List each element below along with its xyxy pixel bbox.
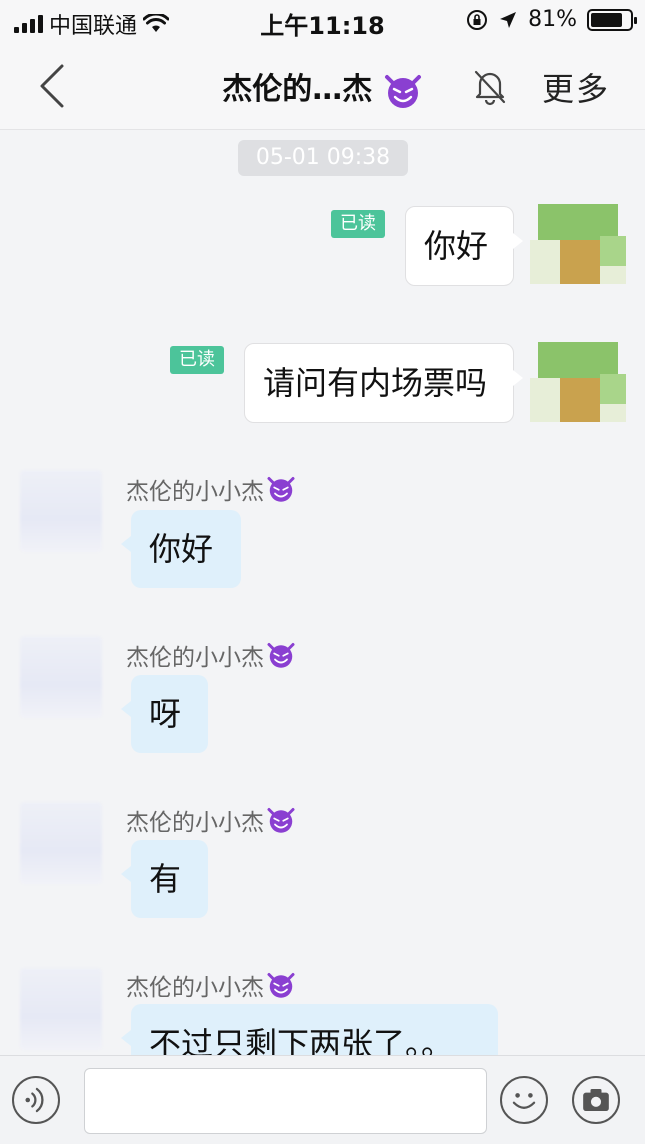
sender-name: 杰伦的小小杰	[126, 968, 296, 1002]
incoming-message[interactable]: 有	[121, 840, 208, 918]
message-input[interactable]	[84, 1068, 487, 1134]
my-avatar[interactable]	[530, 338, 626, 434]
sender-name-text: 杰伦的小小杰	[126, 479, 264, 505]
status-bar: 中国联通 上午11:18 81%	[0, 0, 645, 42]
sender-name-text: 杰伦的小小杰	[126, 975, 264, 1001]
message-input-bar	[0, 1055, 645, 1144]
my-avatar[interactable]	[530, 200, 626, 296]
incoming-message[interactable]: 你好	[121, 510, 241, 588]
sender-name: 杰伦的小小杰	[126, 638, 296, 672]
devil-face-icon	[267, 643, 295, 668]
outgoing-message[interactable]: 你好	[405, 206, 523, 286]
location-arrow-icon	[500, 11, 517, 28]
battery-fill	[591, 12, 622, 27]
devil-face-icon	[267, 808, 295, 833]
message-text: 你好	[424, 227, 489, 265]
camera-icon[interactable]	[572, 1076, 620, 1124]
message-text: 请问有内场票吗	[263, 364, 488, 402]
message-text: 你好	[149, 530, 214, 568]
my-avatar-image	[530, 204, 626, 284]
sender-name-text: 杰伦的小小杰	[126, 645, 264, 671]
sender-name: 杰伦的小小杰	[126, 472, 296, 506]
chat-header: 杰伦的…杰 更多	[0, 42, 645, 130]
incoming-message[interactable]: 呀	[121, 675, 208, 753]
orientation-lock-icon	[467, 9, 488, 30]
voice-icon[interactable]	[12, 1076, 60, 1124]
contact-avatar[interactable]	[20, 470, 102, 552]
contact-avatar[interactable]	[20, 636, 102, 718]
my-avatar-image	[530, 342, 626, 422]
battery-percent: 81%	[528, 7, 577, 32]
message-timestamp: 05-01 09:38	[238, 140, 408, 176]
sender-name: 杰伦的小小杰	[126, 803, 296, 837]
chat-title-text: 杰伦的…杰	[222, 72, 373, 107]
emoji-icon[interactable]	[500, 1076, 548, 1124]
battery-icon	[587, 8, 637, 31]
contact-avatar[interactable]	[20, 968, 102, 1050]
more-button[interactable]: 更多	[542, 64, 610, 110]
bell-off-icon[interactable]	[468, 64, 512, 108]
read-badge: 已读	[331, 210, 385, 238]
outgoing-message[interactable]: 请问有内场票吗	[244, 343, 523, 423]
message-text: 呀	[149, 695, 182, 733]
message-text: 有	[149, 860, 182, 898]
devil-face-icon	[384, 74, 421, 108]
contact-avatar[interactable]	[20, 802, 102, 884]
devil-face-icon	[267, 477, 295, 502]
sender-name-text: 杰伦的小小杰	[126, 810, 264, 836]
devil-face-icon	[267, 973, 295, 998]
status-right: 81%	[466, 7, 637, 32]
read-badge: 已读	[170, 346, 224, 374]
